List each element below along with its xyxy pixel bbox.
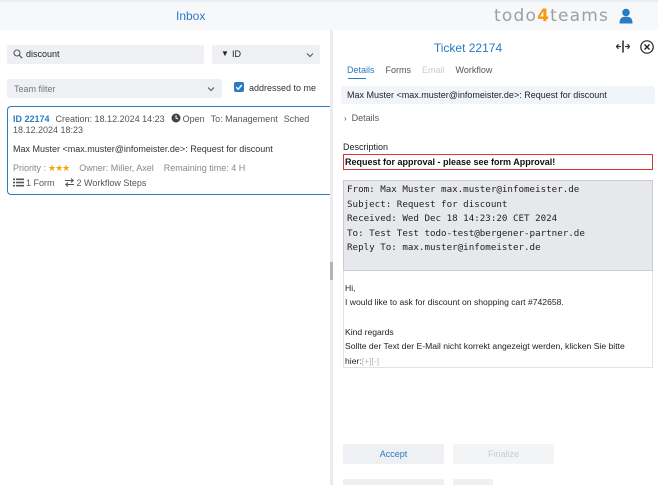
tab-workflow[interactable]: Workflow <box>456 65 493 75</box>
ticket-remaining-time: Remaining time: 4 H <box>163 163 246 173</box>
email-header-subject: Subject: Request for discount <box>347 199 508 210</box>
description-label: Description <box>343 142 389 152</box>
user-icon[interactable] <box>619 8 633 24</box>
ticket-detail-pane: Ticket 22174 Details Forms Email Workflow M… <box>333 30 658 485</box>
ticket-list-item[interactable]: ID 22174 Creation: 18.12.2024 14:23 Open To… <box>7 106 330 195</box>
split-view-icon[interactable] <box>616 40 630 53</box>
logo-suffix: teams <box>550 6 610 26</box>
email-header-reply-to: Reply To: max.muster@infomeister.de <box>347 242 541 253</box>
search-input[interactable]: discount <box>7 45 204 64</box>
priority-label: Priority : <box>13 163 47 173</box>
email-notice: Sollte der Text der E-Mail nicht korrekt… <box>345 341 625 351</box>
email-header-to: To: Test Test todo-test@bergener-partner… <box>347 228 585 239</box>
ticket-recipient: To: Management <box>210 114 278 124</box>
sender-subject: Max Muster <max.muster@infomeister.de>: … <box>347 90 607 100</box>
chevron-down-icon <box>207 87 215 92</box>
ticket-scheduled-label: Sched <box>283 114 310 124</box>
ticket-status: Open <box>182 114 205 124</box>
email-body: Hi, I would like to ask for discount on … <box>343 271 653 368</box>
description-value: Request for approval - please see form A… <box>345 157 556 167</box>
detail-tabs: Details Forms Email Workflow <box>347 65 503 75</box>
addressed-to-me-label[interactable]: addressed to me <box>249 83 316 93</box>
tab-details[interactable]: Details <box>347 65 375 75</box>
email-notice-here: hier: <box>345 356 362 366</box>
logo-prefix: todo <box>494 6 538 26</box>
chevron-down-icon <box>306 53 314 58</box>
ticket-title: Ticket 22174 <box>433 41 503 55</box>
ticket-details-row: Priority : ★★★ Owner: Miller, Axel Remainin… <box>13 163 245 174</box>
email-header-received: Received: Wed Dec 18 14:23:20 CET 2024 <box>347 213 558 224</box>
ticket-forms-count: 1 Form <box>26 178 55 188</box>
ticket-attachments-row: 1 Form 2 Workflow Steps <box>13 178 146 188</box>
team-filter-select[interactable]: Team filter <box>7 79 222 98</box>
sort-direction-icon: ▼ <box>221 49 229 58</box>
email-closing: Kind regards <box>345 327 394 337</box>
details-expander-label: Details <box>351 113 380 123</box>
details-expander[interactable]: › Details <box>344 113 379 123</box>
sort-value: ID <box>232 49 241 59</box>
workflow-icon <box>64 178 74 187</box>
ticket-subject: Max Muster <max.muster@infomeister.de>: … <box>13 144 273 154</box>
ticket-meta-row: ID 22174 Creation: 18.12.2024 14:23 Open To… <box>13 113 315 124</box>
inbox-title: Inbox <box>176 9 206 23</box>
addressed-to-me-checkbox[interactable] <box>234 82 244 92</box>
email-header-from: From: Max Muster max.muster@infomeister.… <box>347 184 580 195</box>
email-greeting: Hi, <box>345 283 356 293</box>
priority-stars: ★★★ <box>48 163 70 173</box>
ticket-id: ID 22174 <box>13 114 50 124</box>
email-notice-line: hier:[+][-] <box>345 356 379 366</box>
email-body-line: I would like to ask for discount on shop… <box>345 297 564 307</box>
top-bar: Inbox todo4teams <box>0 0 658 30</box>
accept-button[interactable]: Accept <box>343 444 444 464</box>
close-icon[interactable] <box>640 40 654 54</box>
list-icon <box>13 178 24 187</box>
finalize-button: Finalize <box>453 444 554 464</box>
secondary-button[interactable] <box>453 479 493 485</box>
clock-icon <box>171 113 181 123</box>
tab-forms[interactable]: Forms <box>386 65 412 75</box>
tab-email: Email <box>422 65 445 75</box>
team-filter-placeholder: Team filter <box>14 84 56 94</box>
ticket-scheduled-date: 18.12.2024 18:23 <box>13 125 84 135</box>
email-toggle-link[interactable]: [+][-] <box>362 356 379 366</box>
secondary-button[interactable] <box>343 479 444 485</box>
ticket-list-pane: discount ▼ ID Team filter addressed to m… <box>0 30 330 485</box>
ticket-workflow-steps: 2 Workflow Steps <box>76 178 147 188</box>
chevron-right-icon: › <box>344 114 347 123</box>
logo-digit: 4 <box>537 6 551 26</box>
app-logo: todo4teams <box>494 6 609 26</box>
ticket-creation: Creation: 18.12.2024 14:23 <box>55 114 165 124</box>
email-header-block: From: Max Muster max.muster@infomeister.… <box>343 180 653 271</box>
description-field[interactable]: Request for approval - please see form A… <box>343 154 653 170</box>
search-icon <box>13 49 23 59</box>
ticket-owner: Owner: Miller, Axel <box>79 163 154 173</box>
sort-select[interactable]: ▼ ID <box>212 45 320 64</box>
sender-subject-bar: Max Muster <max.muster@infomeister.de>: … <box>341 86 655 104</box>
search-value: discount <box>26 49 60 59</box>
active-tab-indicator <box>348 78 366 79</box>
